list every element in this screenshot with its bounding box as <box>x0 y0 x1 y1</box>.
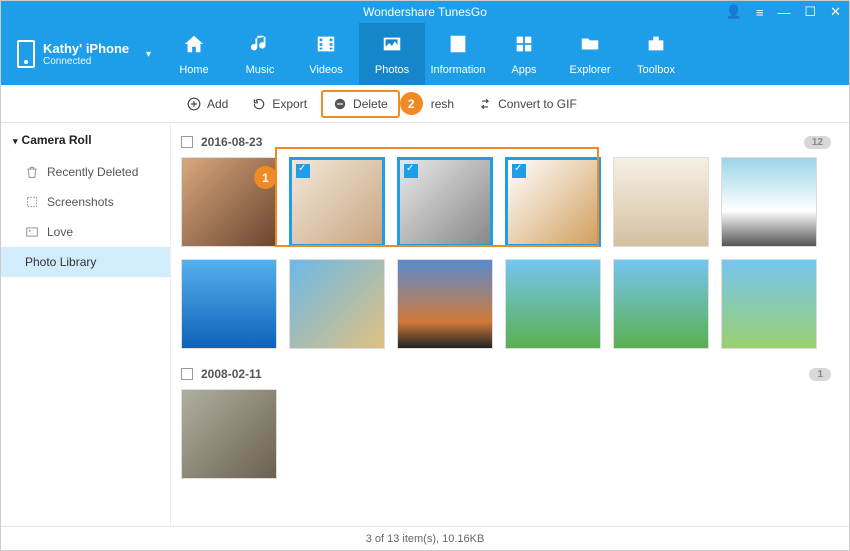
sidebar-item-screenshots[interactable]: Screenshots <box>1 187 170 217</box>
status-text: 3 of 13 item(s), 10.16KB <box>366 533 485 545</box>
export-icon <box>252 97 266 111</box>
sidebar-head-camera-roll[interactable]: Camera Roll <box>1 123 170 157</box>
sidebar-item-label: Recently Deleted <box>47 165 138 179</box>
group-head: 2016-08-23 12 <box>181 131 831 157</box>
delete-button[interactable]: Delete <box>321 90 400 118</box>
group-checkbox[interactable] <box>181 368 193 380</box>
status-bar: 3 of 13 item(s), 10.16KB <box>1 526 849 550</box>
selected-check-icon <box>404 164 418 178</box>
add-button[interactable]: Add <box>177 92 238 116</box>
device-status: Connected <box>43 56 129 67</box>
nav-videos[interactable]: Videos <box>293 23 359 85</box>
nav-label: Home <box>179 64 208 76</box>
photo-thumb[interactable] <box>397 259 493 349</box>
photo-thumb[interactable] <box>289 157 385 247</box>
nav-photos[interactable]: Photos <box>359 23 425 85</box>
menu-icon[interactable]: ≡ <box>756 5 764 20</box>
sidebar-item-label: Photo Library <box>25 255 96 269</box>
nav-apps[interactable]: Apps <box>491 23 557 85</box>
music-icon <box>248 33 272 60</box>
videos-icon <box>314 33 338 60</box>
nav-label: Videos <box>309 64 342 76</box>
photo-thumb[interactable] <box>721 259 817 349</box>
user-icon[interactable]: 👤 <box>726 4 742 20</box>
home-icon <box>182 33 206 60</box>
explorer-icon <box>578 33 602 60</box>
plus-icon <box>187 97 201 111</box>
title-bar: Wondershare TunesGo 👤 ≡ — ☐ ✕ <box>1 1 849 23</box>
toolbar-label: Export <box>272 97 307 111</box>
header-nav: Kathy' iPhone Connected ▾ Home Music Vid… <box>1 23 849 85</box>
nav-label: Toolbox <box>637 64 675 76</box>
apps-icon <box>512 33 536 60</box>
nav-music[interactable]: Music <box>227 23 293 85</box>
nav-label: Music <box>246 64 275 76</box>
sidebar-item-photo-library[interactable]: Photo Library <box>1 247 170 277</box>
refresh-button[interactable]: resh <box>431 92 464 116</box>
minus-icon <box>333 97 347 111</box>
photo-thumb[interactable] <box>397 157 493 247</box>
sidebar-item-love[interactable]: Love <box>1 217 170 247</box>
toolbar-label: Add <box>207 97 228 111</box>
toolbar-label: Delete <box>353 97 388 111</box>
toolbox-icon <box>644 33 668 60</box>
convert-icon <box>478 97 492 111</box>
selected-check-icon <box>512 164 526 178</box>
sidebar: Camera Roll Recently Deleted Screenshots… <box>1 123 171 526</box>
group-date: 2008-02-11 <box>201 367 262 381</box>
photo-thumb[interactable] <box>613 157 709 247</box>
photo-thumb[interactable] <box>181 389 277 479</box>
photo-thumb[interactable] <box>721 157 817 247</box>
toolbar: Add Export Delete 2 resh Convert to GIF <box>1 85 849 123</box>
nav-information[interactable]: Information <box>425 23 491 85</box>
selected-check-icon <box>296 164 310 178</box>
photo-thumb[interactable] <box>181 259 277 349</box>
photo-thumb[interactable] <box>505 259 601 349</box>
group-count: 12 <box>804 136 831 149</box>
chevron-down-icon: ▾ <box>146 49 151 60</box>
device-selector[interactable]: Kathy' iPhone Connected ▾ <box>1 40 161 68</box>
nav-label: Photos <box>375 64 409 76</box>
photo-thumb[interactable] <box>613 259 709 349</box>
group-head: 2008-02-11 1 <box>181 363 831 389</box>
phone-icon <box>17 40 35 68</box>
convert-gif-button[interactable]: Convert to GIF <box>468 92 587 116</box>
screenshot-icon <box>25 195 39 209</box>
maximize-icon[interactable]: ☐ <box>804 4 816 20</box>
trash-icon <box>25 165 39 179</box>
nav-toolbox[interactable]: Toolbox <box>623 23 689 85</box>
close-icon[interactable]: ✕ <box>830 4 841 20</box>
image-icon <box>25 225 39 239</box>
group-checkbox[interactable] <box>181 136 193 148</box>
photo-grid: 2016-08-23 12 2008-02-11 1 <box>171 123 849 526</box>
device-name: Kathy' iPhone <box>43 41 129 56</box>
photos-icon <box>380 33 404 60</box>
photo-thumb[interactable] <box>505 157 601 247</box>
info-icon <box>446 33 470 60</box>
photo-thumb[interactable] <box>181 157 277 247</box>
nav-home[interactable]: Home <box>161 23 227 85</box>
group-count: 1 <box>809 368 831 381</box>
app-title: Wondershare TunesGo <box>363 5 487 19</box>
photo-thumb[interactable] <box>289 259 385 349</box>
sidebar-item-label: Screenshots <box>47 195 114 209</box>
nav-label: Apps <box>511 64 536 76</box>
toolbar-label: resh <box>431 97 454 111</box>
sidebar-item-recently-deleted[interactable]: Recently Deleted <box>1 157 170 187</box>
sidebar-item-label: Love <box>47 225 73 239</box>
nav-label: Information <box>430 64 485 76</box>
callout-step-2: 2 <box>400 92 423 115</box>
nav-label: Explorer <box>570 64 611 76</box>
nav-explorer[interactable]: Explorer <box>557 23 623 85</box>
export-button[interactable]: Export <box>242 92 317 116</box>
minimize-icon[interactable]: — <box>777 5 790 20</box>
group-date: 2016-08-23 <box>201 135 262 149</box>
toolbar-label: Convert to GIF <box>498 97 577 111</box>
